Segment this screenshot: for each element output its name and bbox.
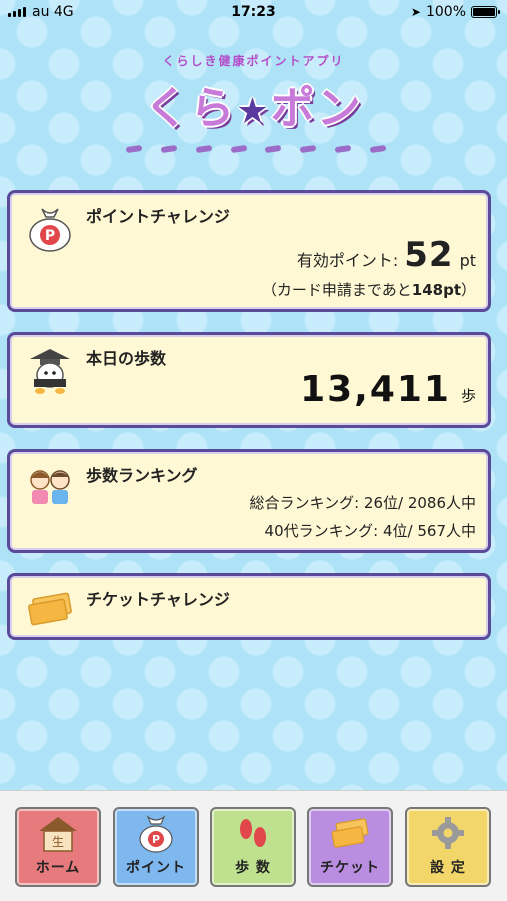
- footprints-icon: [240, 819, 266, 847]
- steps-ranking-card[interactable]: 歩数ランキング 総合ランキング: 26位/ 2086人中 40代ランキング: 4…: [7, 449, 491, 553]
- gear-icon: [432, 817, 464, 849]
- tab-home[interactable]: 生 ホーム: [15, 807, 101, 887]
- tab-settings-label: 設 定: [430, 860, 466, 876]
- mascot-icon: [30, 349, 70, 394]
- logo-right: ポン: [270, 83, 363, 134]
- logo-star: ★: [236, 91, 271, 132]
- points-card-title: ポイントチャレンジ: [86, 207, 230, 226]
- house-icon: 生: [39, 817, 77, 852]
- valid-points-label: 有効ポイント:: [296, 251, 399, 270]
- app-logo: くら★ポン: [0, 72, 507, 136]
- tab-points-label: ポイント: [126, 860, 186, 876]
- ranking-card-title: 歩数ランキング: [86, 466, 198, 485]
- tab-home-label: ホーム: [35, 860, 81, 876]
- footsteps-decoration: [125, 144, 387, 160]
- card-note-value: 148pt: [411, 281, 461, 299]
- card-note-suffix: ）: [460, 281, 476, 299]
- location-icon: ➤: [410, 5, 421, 19]
- tab-steps[interactable]: 歩 数: [210, 807, 296, 887]
- bottom-tab-bar: 生 ホーム P ポイント 歩 数 チケット 設 定: [0, 790, 507, 901]
- points-challenge-card[interactable]: P ポイントチャレンジ 有効ポイント: 52 pt （カード申請まであと148p…: [7, 190, 491, 312]
- money-bag-icon: P: [29, 208, 71, 252]
- home-icon-kanji: 生: [52, 835, 64, 849]
- valid-points-unit: pt: [459, 251, 476, 270]
- overall-ranking: 総合ランキング: 26位/ 2086人中: [249, 494, 476, 512]
- battery-percent: 100%: [425, 4, 466, 20]
- ticket-challenge-card[interactable]: チケットチャレンジ: [7, 573, 491, 640]
- kids-icon: [30, 470, 70, 504]
- steps-unit: 歩: [460, 387, 476, 405]
- valid-points-line: 有効ポイント: 52 pt: [297, 235, 476, 275]
- ticket-icon: [28, 592, 72, 626]
- card-note-prefix: （カード申請まであと: [261, 281, 412, 299]
- status-bar: au 4G 17:23 ➤ 100%: [0, 0, 507, 26]
- battery-icon: [471, 6, 500, 18]
- tab-points-badge-letter: P: [152, 833, 160, 846]
- money-bag-icon: P: [139, 815, 173, 853]
- tab-tickets-label: チケット: [320, 860, 380, 876]
- steps-card-title: 本日の歩数: [86, 349, 167, 368]
- steps-value: 13,411: [300, 369, 451, 410]
- ticket-card-title: チケットチャレンジ: [86, 590, 230, 609]
- tab-tickets[interactable]: チケット: [307, 807, 393, 887]
- app-subtitle: くらしき健康ポイントアプリ: [162, 54, 345, 68]
- status-right: ➤ 100%: [410, 4, 500, 20]
- today-steps-card[interactable]: 本日の歩数 13,411 歩: [7, 332, 491, 428]
- tab-steps-label: 歩 数: [235, 860, 271, 876]
- points-badge-letter: P: [45, 228, 55, 244]
- logo-left: くら: [144, 83, 237, 134]
- tab-settings[interactable]: 設 定: [405, 807, 491, 887]
- steps-line: 13,411 歩: [300, 369, 476, 410]
- valid-points-value: 52: [404, 235, 454, 275]
- ticket-icon: [331, 818, 369, 848]
- age-ranking: 40代ランキング: 4位/ 567人中: [264, 522, 476, 540]
- tab-points[interactable]: P ポイント: [113, 807, 199, 887]
- card-request-note: （カード申請まであと148pt）: [262, 279, 476, 300]
